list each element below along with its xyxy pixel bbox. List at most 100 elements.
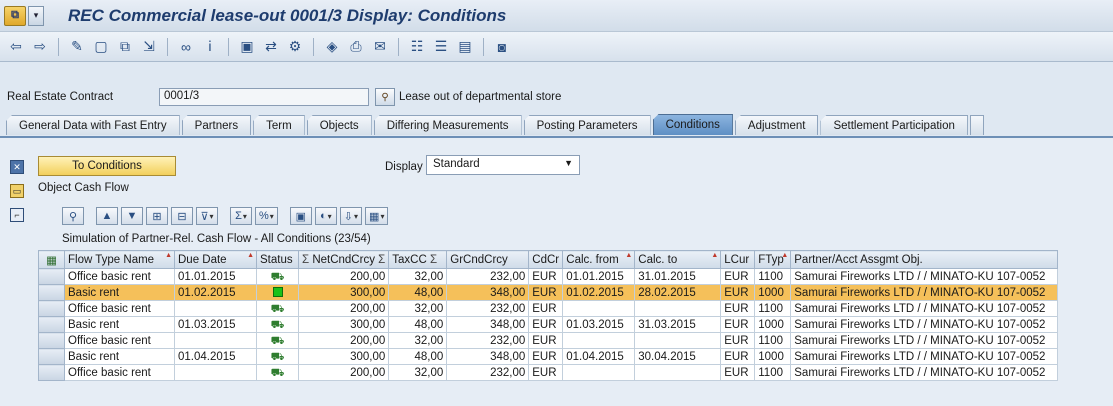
cell-partner: Samurai Fireworks LTD / / MINATO-KU 107-… — [790, 300, 1059, 317]
tab-conditions[interactable]: Conditions — [652, 114, 733, 135]
chevron-down-icon: ▼ — [564, 158, 573, 168]
link-icon[interactable]: ⇲ — [139, 37, 159, 57]
create-document-icon[interactable]: ▢ — [91, 37, 111, 57]
cell-net: 300,00 — [297, 316, 390, 333]
forward-arrow-icon[interactable]: ⇨ — [30, 37, 50, 57]
tab-term[interactable]: Term — [253, 115, 305, 135]
table-row[interactable]: Basic rent 01.04.2015 ⛟ 300,00 48,00 348,00 EU… — [38, 348, 1059, 365]
sum-marker: Σ — [378, 253, 386, 266]
table-row[interactable]: Basic rent 01.03.2015 ⛟ 300,00 48,00 348,00 EU… — [38, 316, 1059, 333]
tool-icon[interactable]: ⚙ — [285, 37, 305, 57]
to-conditions-button[interactable]: To Conditions — [38, 156, 176, 176]
cell-net: 200,00 — [297, 300, 390, 317]
system-menu[interactable]: ⧉ ▾ — [4, 4, 50, 28]
row-selector[interactable] — [38, 300, 65, 317]
save-icon[interactable]: ▣ — [237, 37, 257, 57]
table-row[interactable]: Basic rent 01.02.2015 300,00 48,00 348,00 EUR… — [38, 284, 1059, 301]
transfer-icon[interactable]: ⇄ — [261, 37, 281, 57]
toolbar-separator — [228, 37, 229, 56]
cell-cdcr: EUR — [528, 364, 564, 381]
cell-gross: 348,00 — [446, 284, 530, 301]
col-partner[interactable]: Partner/Acct Assgmt Obj. — [790, 250, 1059, 269]
display-dropdown[interactable]: Standard ▼ — [426, 155, 580, 175]
row-selector[interactable] — [38, 364, 65, 381]
cell-status: ⛟ — [256, 332, 299, 349]
contract-number-field[interactable]: 0001/3 — [159, 88, 369, 106]
col-ftyp[interactable]: FTyp — [754, 250, 792, 269]
select-all-icon[interactable]: ▦ — [38, 250, 65, 269]
chevron-down-icon[interactable]: ▾ — [28, 5, 44, 26]
search-help-icon[interactable]: ⚲ — [375, 88, 395, 106]
col-lcur[interactable]: LCur — [720, 250, 756, 269]
sap-logo-icon[interactable]: ⧉ — [4, 5, 26, 26]
cell-net: 300,00 — [297, 348, 390, 365]
sort-descending-icon[interactable]: ▼ — [121, 207, 143, 225]
col-cdcr[interactable]: CdCr — [528, 250, 564, 269]
col-flow-type-name[interactable]: Flow Type Name — [64, 250, 175, 269]
tab-differing-measurements[interactable]: Differing Measurements — [373, 115, 522, 135]
grid-title: Simulation of Partner-Rel. Cash Flow - A… — [62, 233, 371, 245]
hierarchy-icon[interactable]: ☷ — [407, 37, 427, 57]
row-selector[interactable] — [38, 348, 65, 365]
copy-icon[interactable]: ⧉ — [115, 37, 135, 57]
cell-calc-to — [634, 300, 722, 317]
folder-icon[interactable]: ▭ — [10, 184, 24, 198]
cell-due-date: 01.04.2015 — [174, 348, 257, 365]
find-next-icon[interactable]: ⊟ — [171, 207, 193, 225]
cell-lcur: EUR — [720, 364, 756, 381]
col-calc-to[interactable]: Calc. to — [634, 250, 722, 269]
layout-icon[interactable]: ▦ — [365, 207, 389, 225]
table-row[interactable]: Office basic rent ⛟ 200,00 32,00 232,00 EUR EU… — [38, 332, 1059, 349]
list-icon[interactable]: ☰ — [431, 37, 451, 57]
tree-icon[interactable]: ⌐ — [10, 208, 24, 222]
tab-adjustment[interactable]: Adjustment — [734, 115, 819, 135]
sort-ascending-icon[interactable]: ▲ — [96, 207, 118, 225]
layout-icon[interactable]: ▤ — [455, 37, 475, 57]
close-screen-icon[interactable]: ✕ — [10, 160, 24, 174]
cell-net: 200,00 — [297, 332, 390, 349]
mail-icon[interactable]: ✉ — [370, 37, 390, 57]
table-row[interactable]: Office basic rent 01.01.2015 ⛟ 200,00 32,00 2… — [38, 268, 1059, 285]
cash-flow-grid: ▦ Flow Type Name Due Date Status Σ NetCn… — [38, 250, 1059, 381]
row-selector[interactable] — [38, 268, 65, 285]
filter-icon[interactable]: ⊽ — [196, 207, 218, 225]
info-icon[interactable]: ⅰ — [200, 37, 220, 57]
print-preview-icon[interactable]: ▣ — [289, 207, 312, 225]
tab-general-data[interactable]: General Data with Fast Entry — [6, 115, 180, 135]
object-cash-flow-label[interactable]: Object Cash Flow — [38, 182, 129, 194]
cell-lcur: EUR — [720, 300, 756, 317]
sum-icon[interactable]: Σ — [230, 207, 252, 225]
change-pencil-icon[interactable]: ✎ — [67, 37, 87, 57]
col-gross-amount[interactable]: GrCndCrcy — [446, 250, 530, 269]
col-calc-from[interactable]: Calc. from — [562, 250, 636, 269]
col-due-date[interactable]: Due Date — [174, 250, 257, 269]
table-row[interactable]: Office basic rent ⛟ 200,00 32,00 232,00 EUR EU… — [38, 300, 1059, 317]
row-selector[interactable] — [38, 284, 65, 301]
tab-posting-parameters[interactable]: Posting Parameters — [523, 115, 651, 135]
help-icon[interactable]: ◙ — [492, 37, 512, 57]
col-net-amount[interactable]: Σ NetCndCrcy Σ — [297, 250, 390, 269]
print-icon[interactable]: ⎙ — [346, 37, 366, 57]
cell-cdcr: EUR — [528, 300, 564, 317]
cell-gross: 232,00 — [446, 332, 530, 349]
glasses-icon[interactable]: ∞ — [176, 37, 196, 57]
find-icon[interactable]: ⊞ — [146, 207, 168, 225]
tab-objects[interactable]: Objects — [306, 115, 372, 135]
tab-partners[interactable]: Partners — [181, 115, 252, 135]
cell-ftyp: 1100 — [754, 364, 792, 381]
tab-settlement-participation[interactable]: Settlement Participation — [820, 115, 968, 135]
details-icon[interactable]: ⚲ — [62, 207, 84, 225]
row-selector[interactable] — [38, 332, 65, 349]
views-icon[interactable]: ◐ — [314, 207, 337, 225]
col-tax[interactable]: TaxCC Σ — [388, 250, 448, 269]
tab-overflow[interactable] — [969, 115, 984, 135]
table-row[interactable]: Office basic rent ⛟ 200,00 32,00 232,00 EUR EU… — [38, 364, 1059, 381]
cell-net: 300,00 — [297, 284, 390, 301]
col-tax-label: TaxCC — [392, 253, 427, 266]
cash-flow-icon[interactable]: ◈ — [322, 37, 342, 57]
row-selector[interactable] — [38, 316, 65, 333]
back-arrow-icon[interactable]: ⇦ — [6, 37, 26, 57]
subtotal-icon[interactable]: % — [255, 207, 278, 225]
export-icon[interactable]: ⇩ — [339, 207, 363, 225]
col-status[interactable]: Status — [256, 250, 299, 269]
